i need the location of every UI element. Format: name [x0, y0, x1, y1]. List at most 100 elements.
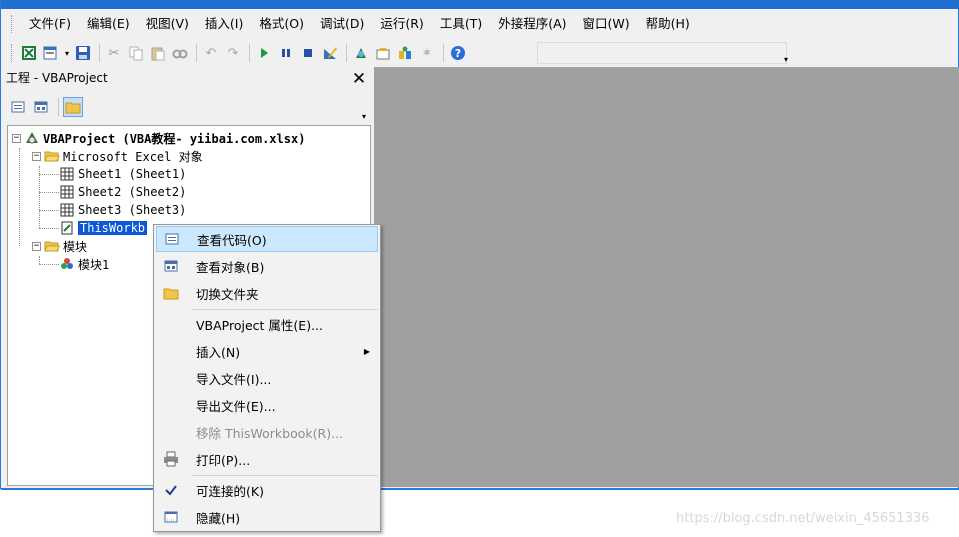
menu-tools[interactable]: 工具(T)	[432, 13, 490, 35]
insert-dropdown-icon[interactable]: ▾	[63, 43, 71, 63]
menu-item-dockable[interactable]: 可连接的(K)	[156, 477, 378, 503]
insert-form-icon[interactable]	[41, 43, 61, 63]
printer-icon	[156, 451, 186, 467]
tree-root-label: VBAProject (VBA教程- yiibai.com.xlsx)	[43, 131, 306, 146]
toolbar-options-icon[interactable]: ▾	[781, 42, 791, 64]
menu-run[interactable]: 运行(R)	[372, 13, 431, 35]
properties-icon[interactable]	[373, 43, 393, 63]
menubar-grip[interactable]	[11, 15, 15, 33]
view-code-icon	[157, 231, 187, 247]
menu-debug[interactable]: 调试(D)	[312, 13, 372, 35]
tree-module1[interactable]: 模块1	[59, 255, 109, 273]
folder-open-icon	[44, 148, 60, 164]
collapse-icon[interactable]: −	[32, 241, 41, 251]
svg-text:?: ?	[455, 47, 461, 60]
design-mode-icon[interactable]	[320, 43, 340, 63]
checkmark-icon	[156, 482, 186, 498]
menu-item-hide[interactable]: 隐藏(H)	[156, 504, 378, 530]
tree-line	[39, 228, 59, 229]
tree-line	[19, 148, 20, 246]
view-code-icon[interactable]	[8, 97, 28, 117]
view-object-icon[interactable]	[31, 97, 51, 117]
menu-item-view-object[interactable]: 查看对象(B)	[156, 253, 378, 279]
submenu-arrow-icon: ▶	[363, 346, 370, 356]
module-icon	[59, 256, 75, 272]
paste-icon[interactable]	[148, 43, 168, 63]
tree-sheet3[interactable]: Sheet3 (Sheet3)	[59, 201, 186, 219]
tree-thisworkbook-label: ThisWorkb	[78, 221, 148, 235]
menu-item-label: 导出文件(E)...	[196, 398, 276, 414]
close-icon[interactable]: ✕	[349, 69, 369, 89]
menu-addins[interactable]: 外接程序(A)	[490, 13, 574, 35]
collapse-icon[interactable]: −	[32, 151, 41, 161]
menu-item-label: 移除 ThisWorkbook(R)...	[196, 425, 343, 441]
redo-icon[interactable]: ↷	[223, 43, 243, 63]
tree-line	[39, 174, 59, 175]
cut-icon[interactable]: ✂	[104, 43, 124, 63]
tree-modules-label: 模块	[63, 239, 88, 254]
excel-icon[interactable]	[19, 43, 39, 63]
panel-title: 工程 - VBAProject	[6, 71, 108, 85]
help-icon[interactable]: ?	[448, 43, 468, 63]
object-browser-icon[interactable]	[395, 43, 415, 63]
menu-item-import-file[interactable]: 导入文件(I)...	[156, 365, 378, 391]
tree-line	[39, 264, 59, 265]
menu-file[interactable]: 文件(F)	[21, 13, 79, 35]
worksheet-icon	[59, 166, 75, 182]
tree-excel-objects-label: Microsoft Excel 对象	[63, 149, 203, 164]
save-icon[interactable]	[73, 43, 93, 63]
menu-window[interactable]: 窗口(W)	[575, 13, 638, 35]
panel-toolbar-separator	[58, 98, 59, 116]
panel-toolbar	[8, 97, 86, 117]
break-icon[interactable]	[276, 43, 296, 63]
menu-item-label: VBAProject 属性(E)...	[196, 317, 323, 333]
menu-item-label: 导入文件(I)...	[196, 371, 272, 387]
undo-icon[interactable]: ↶	[201, 43, 221, 63]
menu-item-toggle-folders[interactable]: 切换文件夹	[156, 280, 378, 306]
project-explorer-icon[interactable]	[351, 43, 371, 63]
tree-sheet1[interactable]: Sheet1 (Sheet1)	[59, 165, 186, 183]
menu-format[interactable]: 格式(O)	[251, 13, 312, 35]
menu-view[interactable]: 视图(V)	[138, 13, 197, 35]
worksheet-icon	[59, 184, 75, 200]
reset-icon[interactable]	[298, 43, 318, 63]
tree-thisworkbook[interactable]: ThisWorkb	[59, 219, 148, 237]
menu-item-remove: 移除 ThisWorkbook(R)...	[156, 419, 378, 445]
collapse-icon[interactable]: −	[12, 133, 21, 143]
toggle-folders-icon[interactable]	[63, 97, 83, 117]
tree-line	[39, 166, 40, 228]
toolbar-separator	[196, 44, 197, 62]
code-area	[374, 67, 959, 487]
hide-window-icon	[156, 509, 186, 525]
tree-excel-objects[interactable]: − Microsoft Excel 对象	[32, 147, 203, 165]
menu-item-export-file[interactable]: 导出文件(E)...	[156, 392, 378, 418]
menu-item-label: 可连接的(K)	[196, 483, 264, 499]
menu-item-view-code[interactable]: 查看代码(O)	[156, 226, 378, 252]
standard-toolbar: ▾ ✂ ↶ ↷ ✶ ?	[11, 41, 470, 65]
tree-root[interactable]: − VBAProject (VBA教程- yiibai.com.xlsx)	[12, 129, 305, 147]
toolbar-empty-area	[537, 42, 787, 64]
worksheet-icon	[59, 202, 75, 218]
run-icon[interactable]	[254, 43, 274, 63]
menu-item-project-properties[interactable]: VBAProject 属性(E)...	[156, 311, 378, 337]
toolbox-icon[interactable]: ✶	[417, 43, 437, 63]
menu-item-label: 查看对象(B)	[196, 259, 265, 275]
context-menu: 查看代码(O) 查看对象(B) 切换文件夹 VBAProject 属性(E)..…	[153, 224, 381, 532]
toolbar-grip[interactable]	[11, 44, 15, 62]
menu-insert[interactable]: 插入(I)	[197, 13, 251, 35]
menu-item-print[interactable]: 打印(P)...	[156, 446, 378, 472]
copy-icon[interactable]	[126, 43, 146, 63]
vbaproject-icon	[24, 130, 40, 146]
menu-edit[interactable]: 编辑(E)	[79, 13, 138, 35]
tree-line	[39, 256, 40, 264]
find-icon[interactable]	[170, 43, 190, 63]
view-object-icon	[156, 258, 186, 274]
menu-item-insert[interactable]: 插入(N) ▶	[156, 338, 378, 364]
menu-help[interactable]: 帮助(H)	[638, 13, 698, 35]
tree-sheet2-label: Sheet2 (Sheet2)	[78, 185, 187, 199]
tree-modules[interactable]: − 模块	[32, 237, 87, 255]
tree-sheet2[interactable]: Sheet2 (Sheet2)	[59, 183, 186, 201]
tree-line	[39, 210, 59, 211]
panel-toolbar-options-icon[interactable]: ▾	[359, 97, 369, 121]
workbook-icon	[59, 220, 75, 236]
